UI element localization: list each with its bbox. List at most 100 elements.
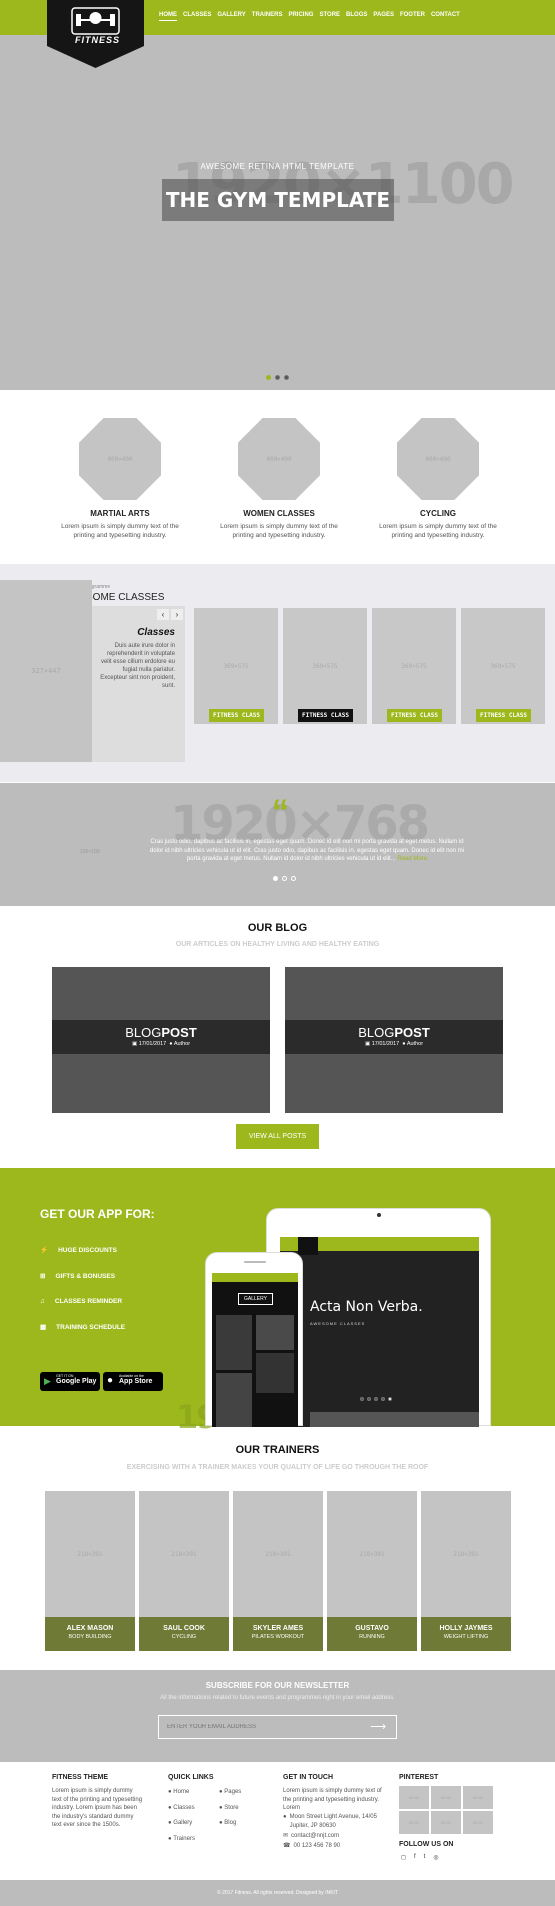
- classes-heading: SOME CLASSES: [86, 592, 165, 603]
- trainer-name: ALEX MASON: [66, 1625, 114, 1632]
- trainer-card[interactable]: 218×391 HOLLY JAYMES WEIGHT LIFTING: [421, 1491, 511, 1651]
- google-play-button[interactable]: ▶ GET IT ON Google Play: [40, 1372, 100, 1391]
- pinterest-thumb[interactable]: 80×80: [399, 1786, 429, 1809]
- trainer-role: BODY BUILDING: [68, 1634, 112, 1640]
- footer-link[interactable]: ● Gallery: [168, 1819, 195, 1828]
- blog-card[interactable]: BLOGPOST ▣ 17/01/2017 ● Author: [52, 967, 270, 1113]
- testimonial-avatar: 100×100: [80, 849, 100, 855]
- feature-title: CYCLING: [420, 509, 456, 518]
- pinterest-thumb[interactable]: 80×80: [463, 1786, 493, 1809]
- google-play-icon: ▶: [44, 1376, 51, 1386]
- app-feature: ▦ TRAINING SCHEDULE: [40, 1323, 126, 1332]
- class-card[interactable]: 369×575 FITNESS CLASS: [461, 608, 545, 724]
- nav-store[interactable]: STORE: [319, 12, 340, 21]
- pinterest-thumb[interactable]: 80×80: [463, 1811, 493, 1834]
- nav-classes[interactable]: CLASSES: [183, 12, 211, 21]
- contact-title: GET IN TOUCH: [283, 1774, 334, 1781]
- classes-arrows: ‹ ›: [157, 609, 183, 620]
- feature-title: MARTIAL ARTS: [90, 509, 150, 518]
- instagram-icon[interactable]: ◻: [401, 1854, 406, 1861]
- blog-title: OUR BLOG: [247, 922, 308, 934]
- blog-card-title: BLOGPOST: [358, 1025, 430, 1040]
- hero-slider-dots[interactable]: [266, 375, 289, 380]
- feature-description: Lorem ipsum is simply dummy text of the …: [220, 523, 338, 539]
- view-all-posts-button[interactable]: VIEW ALL POSTS: [236, 1124, 319, 1149]
- slider-dot[interactable]: [266, 375, 271, 380]
- arrow-right-icon[interactable]: ›: [171, 609, 183, 620]
- tablet-headline: Acta Non Verba.: [310, 1299, 423, 1315]
- arrow-right-icon[interactable]: ⟶: [370, 1720, 386, 1733]
- follow-us-title: FOLLOW US ON: [399, 1841, 454, 1848]
- nav-blogs[interactable]: BLOGS: [346, 12, 367, 21]
- slider-dot[interactable]: [273, 876, 278, 881]
- trainer-card[interactable]: 218×391 ALEX MASON BODY BUILDING: [45, 1491, 135, 1651]
- main-nav: HOME CLASSES GALLERY TRAINERS PRICING ST…: [159, 12, 460, 21]
- quick-links-col2: ● Pages ● Store ● Blog: [219, 1788, 241, 1828]
- dribbble-icon[interactable]: ◎: [433, 1854, 438, 1861]
- social-icons: ◻ f t ◎: [401, 1854, 439, 1861]
- bolt-icon: ⚡: [40, 1247, 49, 1254]
- nav-pricing[interactable]: PRICING: [288, 12, 313, 21]
- gift-icon: ⊞: [40, 1273, 46, 1280]
- slider-dot[interactable]: [291, 876, 296, 881]
- nav-contact[interactable]: CONTACT: [431, 12, 460, 21]
- app-store-button[interactable]: ● Available on the App Store: [103, 1372, 163, 1391]
- pinterest-thumb[interactable]: 80×80: [431, 1786, 461, 1809]
- footer-link[interactable]: ● Store: [219, 1804, 241, 1813]
- class-card[interactable]: 369×575 FITNESS CLASS: [194, 608, 278, 724]
- feature-image: 400×400: [397, 418, 479, 500]
- facebook-icon[interactable]: f: [414, 1854, 416, 1861]
- trainer-card[interactable]: 218×391 GUSTAVO RUNNING: [327, 1491, 417, 1651]
- phone-gallery-label: GALLERY: [238, 1293, 273, 1305]
- footer-link[interactable]: ● Trainers: [168, 1835, 195, 1844]
- slider-dot[interactable]: [282, 876, 287, 881]
- testimonial-dots[interactable]: [273, 876, 296, 881]
- hero-subtitle: AWESOME RETINA HTML TEMPLATE: [200, 162, 355, 171]
- class-card[interactable]: 369×575 FITNESS CLASS: [283, 608, 367, 724]
- read-more-link[interactable]: Read More: [397, 856, 427, 862]
- footer-link[interactable]: ● Classes: [168, 1804, 195, 1813]
- apple-icon: ●: [107, 1375, 114, 1386]
- pinterest-thumb[interactable]: 80×80: [399, 1811, 429, 1834]
- slider-dot[interactable]: [275, 375, 280, 380]
- email-input[interactable]: [159, 1716, 359, 1737]
- trainer-name: SAUL COOK: [163, 1625, 205, 1632]
- nav-trainers[interactable]: TRAINERS: [252, 12, 283, 21]
- pinterest-thumb[interactable]: 80×80: [431, 1811, 461, 1834]
- classes-side-image: 327×447: [0, 580, 92, 762]
- footer-link[interactable]: ● Home: [168, 1788, 195, 1797]
- contact-email[interactable]: ✉ contact@nnjt.com: [283, 1832, 339, 1841]
- trainer-role: CYCLING: [171, 1634, 197, 1640]
- nav-pages[interactable]: PAGES: [373, 12, 394, 21]
- class-tag[interactable]: FITNESS CLASS: [209, 709, 264, 722]
- class-tag[interactable]: FITNESS CLASS: [298, 709, 353, 722]
- nav-gallery[interactable]: GALLERY: [217, 12, 245, 21]
- footer-link[interactable]: ● Pages: [219, 1788, 241, 1797]
- pinterest-grid: 80×80 80×80 80×80 80×80 80×80 80×80: [399, 1786, 493, 1834]
- blog-card[interactable]: BLOGPOST ▣ 17/01/2017 ● Author: [285, 967, 503, 1113]
- feature-image: 400×400: [79, 418, 161, 500]
- pinterest-title: PINTEREST: [399, 1774, 439, 1781]
- site-logo[interactable]: FITNESS: [47, 0, 144, 68]
- nav-footer[interactable]: FOOTER: [400, 12, 425, 21]
- class-tag[interactable]: FITNESS CLASS: [387, 709, 442, 722]
- newsletter-title: SUBSCRIBE FOR OUR NEWSLETTER: [205, 1681, 350, 1690]
- nav-home[interactable]: HOME: [159, 12, 177, 21]
- footer-link[interactable]: ● Blog: [219, 1819, 241, 1828]
- class-tag[interactable]: FITNESS CLASS: [476, 709, 531, 722]
- blog-card-band: BLOGPOST ▣ 17/01/2017 ● Author: [52, 1020, 270, 1054]
- feature-description: Lorem ipsum is simply dummy text of the …: [61, 523, 179, 539]
- twitter-icon[interactable]: t: [424, 1854, 426, 1861]
- logo-text: FITNESS: [75, 35, 121, 45]
- map-pin-icon: ●: [283, 1814, 287, 1820]
- trainers-subtitle: EXERCISING WITH A TRAINER MAKES YOUR QUA…: [126, 1464, 429, 1471]
- quick-links-title: QUICK LINKS: [168, 1774, 214, 1781]
- arrow-left-icon[interactable]: ‹: [157, 609, 169, 620]
- trainer-card[interactable]: 218×391 SKYLER AMES PILATES WORKOUT: [233, 1491, 323, 1651]
- app-feature: ♫ CLASSES REMINDER: [40, 1298, 123, 1305]
- class-card[interactable]: 369×575 FITNESS CLASS: [372, 608, 456, 724]
- slider-dot[interactable]: [284, 375, 289, 380]
- trainer-card[interactable]: 218×391 SAUL COOK CYCLING: [139, 1491, 229, 1651]
- blog-card-meta: ▣ 17/01/2017 ● Author: [131, 1041, 191, 1047]
- tablet-subline: AWESOME CLASSES: [310, 1321, 366, 1326]
